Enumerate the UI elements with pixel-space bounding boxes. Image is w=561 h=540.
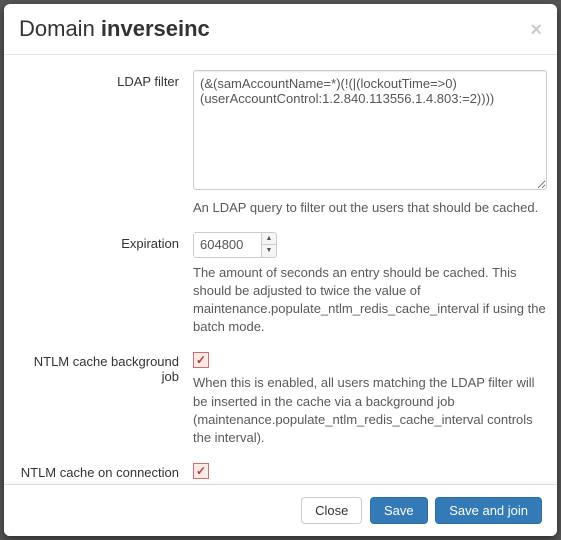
label-ldap-filter: LDAP filter [19,70,193,217]
row-ldap-filter: LDAP filter (&(samAccountName=*)(!(|(loc… [19,70,547,217]
save-join-button[interactable]: Save and join [435,497,542,524]
expiration-down-icon[interactable]: ▼ [262,245,276,257]
title-name: inverseinc [101,16,210,41]
help-expiration: The amount of seconds an entry should be… [193,264,547,337]
modal-dialog: Domain inverseinc × LDAP filter (&(samAc… [4,4,557,536]
modal-body[interactable]: LDAP filter (&(samAccountName=*)(!(|(loc… [4,55,557,484]
label-expiration: Expiration [19,232,193,337]
row-expiration: Expiration ▲ ▼ The amount of seconds an … [19,232,547,337]
expiration-input[interactable] [194,233,261,257]
modal-header: Domain inverseinc × [4,4,557,55]
ldap-filter-input[interactable]: (&(samAccountName=*)(!(|(lockoutTime=>0)… [193,70,547,190]
save-button[interactable]: Save [370,497,428,524]
row-bg-job: NTLM cache background job ✓ When this is… [19,350,547,447]
help-bg-job: When this is enabled, all users matching… [193,374,547,447]
help-ldap-filter: An LDAP query to filter out the users th… [193,199,547,217]
label-on-conn: NTLM cache on connection [19,461,193,484]
on-conn-checkbox[interactable]: ✓ [193,463,209,479]
close-icon[interactable]: × [530,20,542,40]
bg-job-checkbox[interactable]: ✓ [193,352,209,368]
close-button[interactable]: Close [301,497,362,524]
expiration-stepper[interactable]: ▲ ▼ [193,232,277,258]
modal-title: Domain inverseinc [19,16,210,42]
label-bg-job: NTLM cache background job [19,350,193,447]
expiration-up-icon[interactable]: ▲ [262,233,276,245]
title-prefix: Domain [19,16,101,41]
row-on-conn: NTLM cache on connection ✓ When this is … [19,461,547,484]
modal-footer: Close Save Save and join [4,484,557,536]
